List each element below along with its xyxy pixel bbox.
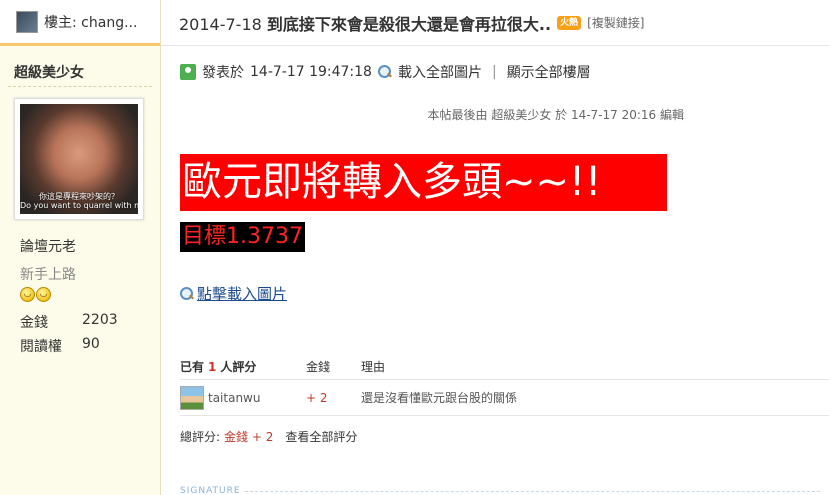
thread-owner-label[interactable]: 樓主: chang... <box>44 12 137 32</box>
avatar[interactable]: 你這是專程來吵架的？ Do you want to quarrel with m <box>14 98 144 220</box>
sidebar-divider <box>8 86 152 87</box>
load-image-link[interactable]: 點擊載入圖片 <box>180 283 287 304</box>
post-target-text: 目標1.3737 <box>180 222 305 252</box>
thread-owner-bar: 樓主: chang... <box>0 0 160 46</box>
rater-username[interactable]: taitanwu <box>208 391 260 405</box>
rater-cell: taitanwu <box>180 385 306 410</box>
rating-count-suffix: 人評分 <box>220 360 257 374</box>
table-row: taitanwu + 2 還是沒看懂歐元跟台股的關係 <box>180 380 829 416</box>
view-all-ratings-link[interactable]: 查看全部評分 <box>285 428 357 445</box>
smiley-icon: ◡ <box>36 287 51 302</box>
signature-divider: SIGNATURE <box>180 486 820 495</box>
author-sidebar: 樓主: chang... 超級美少女 你這是專程來吵架的？ Do you wan… <box>0 0 161 495</box>
user-title: 論壇元老 <box>20 239 76 255</box>
author-name[interactable]: 超級美少女 <box>14 62 84 82</box>
magnifier-icon <box>180 286 194 301</box>
thread-title-date: 2014-7-18 <box>179 14 262 34</box>
avatar-caption-line1: 你這是專程來吵架的？ <box>39 192 119 201</box>
stat-value: 90 <box>82 336 100 352</box>
rating-money-value: + 2 <box>306 390 328 405</box>
load-all-images-link[interactable]: 載入全部圖片 <box>398 62 482 82</box>
signature-label: SIGNATURE <box>180 486 241 495</box>
stat-money: 金錢 2203 <box>20 312 118 332</box>
show-all-floors-link[interactable]: 顯示全部樓層 <box>507 62 591 82</box>
thread-header: 2014-7-18 到底接下來會是殺很大還是會再拉很大.. 火熱 [複製鏈接] <box>161 0 829 46</box>
post-meta: 發表於 14-7-17 19:47:18 載入全部圖片 | 顯示全部樓層 <box>180 62 591 82</box>
smiley-icon: ◡ <box>20 287 35 302</box>
rating-reason: 還是沒看懂歐元跟台股的關係 <box>361 391 518 405</box>
edited-note: 本帖最後由 超級美少女 於 14-7-17 20:16 編輯 <box>427 108 685 122</box>
owner-mini-avatar[interactable] <box>16 10 38 33</box>
rating-table: 已有 1 人評分 金錢 理由 taitanwu + 2 還是沒看懂歐元跟台股的關… <box>180 354 829 416</box>
rating-count-prefix: 已有 <box>180 360 205 374</box>
post-headline: 歐元即將轉入多頭~~!! <box>180 154 667 211</box>
thread-title-text: 到底接下來會是殺很大還是會再拉很大.. <box>266 14 552 34</box>
stat-value: 2203 <box>82 312 118 328</box>
magnifier-icon <box>377 65 392 79</box>
avatar-image: 你這是專程來吵架的？ Do you want to quarrel with m <box>20 104 138 214</box>
rating-total-label: 總評分: <box>180 430 221 444</box>
hot-badge-icon: 火熱 <box>557 15 582 30</box>
online-status-icon <box>180 64 196 80</box>
load-image-label[interactable]: 點擊載入圖片 <box>197 283 287 304</box>
avatar-caption: 你這是專程來吵架的？ Do you want to quarrel with m <box>20 192 138 210</box>
stat-label: 閱讀權 <box>20 339 62 355</box>
rater-avatar[interactable] <box>180 385 204 410</box>
stat-read-permission: 閱讀權 90 <box>20 336 100 356</box>
rating-col-reason: 理由 <box>361 360 386 374</box>
rating-total-value: 金錢 + 2 <box>224 430 274 444</box>
user-rank-level[interactable]: 新手上路 <box>20 264 76 284</box>
avatar-caption-line2: Do you want to quarrel with m <box>20 201 138 210</box>
rating-count: 已有 1 人評分 <box>180 358 306 375</box>
rating-count-number: 1 <box>208 359 217 374</box>
posted-time: 14-7-17 19:47:18 <box>250 64 372 80</box>
rating-total: 總評分: 金錢 + 2 查看全部評分 <box>180 428 357 445</box>
stat-label: 金錢 <box>20 315 48 331</box>
rating-header-row: 已有 1 人評分 金錢 理由 <box>180 354 829 380</box>
copy-link-button[interactable]: [複製鏈接] <box>587 14 644 31</box>
posted-label: 發表於 <box>202 65 244 81</box>
rank-stars: ◡ ◡ <box>20 287 51 302</box>
rating-col-money: 金錢 <box>306 360 331 374</box>
thread-title: 2014-7-18 到底接下來會是殺很大還是會再拉很大.. <box>179 11 551 35</box>
meta-separator: | <box>491 64 497 80</box>
